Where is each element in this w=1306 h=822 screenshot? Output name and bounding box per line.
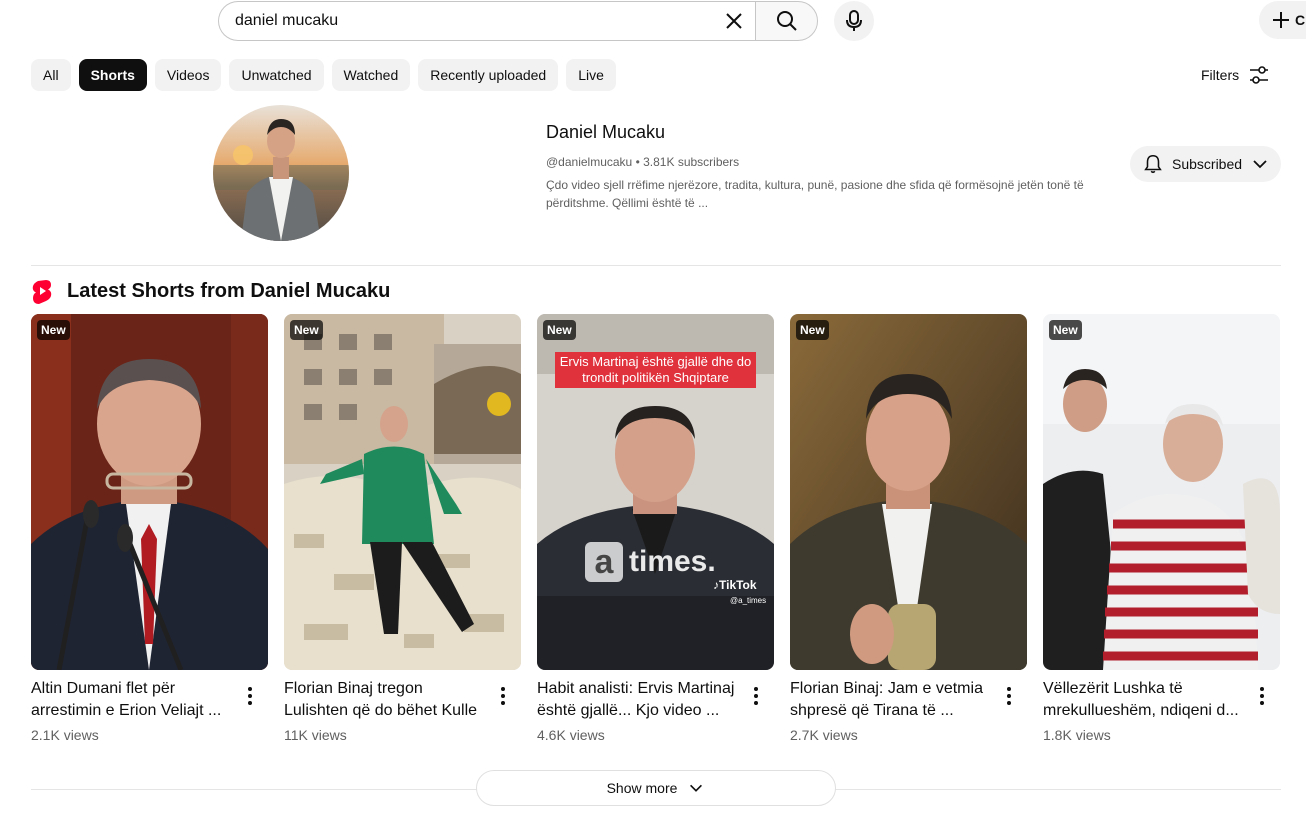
atimes-logo: a times.	[585, 542, 716, 582]
short-card[interactable]: New Vëllezërit Lushka të mrekullueshëm, …	[1043, 314, 1280, 743]
more-actions-icon[interactable]	[1002, 686, 1016, 706]
subscribed-label: Subscribed	[1172, 156, 1243, 172]
chip-shorts[interactable]: Shorts	[78, 59, 147, 91]
filters-button[interactable]: Filters	[1201, 63, 1271, 87]
atimes-logo-mark: a	[585, 542, 623, 582]
channel-description[interactable]: Çdo video sjell rrëfime njerëzore, tradi…	[546, 176, 1106, 212]
new-badge: New	[796, 320, 829, 340]
chip-all[interactable]: All	[31, 59, 71, 91]
chip-recently-uploaded[interactable]: Recently uploaded	[418, 59, 559, 91]
separator-dot: •	[635, 155, 644, 169]
search-button[interactable]	[755, 1, 818, 41]
show-more-label: Show more	[606, 780, 678, 796]
sliders-icon	[1250, 66, 1269, 84]
shelf-title: Latest Shorts from Daniel Mucaku	[67, 279, 391, 302]
tiktok-label: TikTok	[719, 578, 757, 592]
filter-chips: All Shorts Videos Unwatched Watched Rece…	[31, 59, 616, 91]
plus-icon	[1273, 12, 1289, 28]
short-card[interactable]: Ervis Martinaj është gjallë dhe do trond…	[537, 314, 774, 743]
subscriber-count: 3.81K subscribers	[643, 155, 740, 169]
short-title[interactable]: Vëllezërit Lushka të mrekullueshëm, ndiq…	[1043, 678, 1248, 722]
short-card[interactable]: New Florian Binaj: Jam e vetmia shpresë …	[790, 314, 1027, 743]
tiktok-watermark: ♪TikTok	[713, 578, 757, 592]
channel-name[interactable]: Daniel Mucaku	[546, 122, 665, 143]
search-box[interactable]: daniel mucaku	[218, 1, 755, 41]
chip-watched[interactable]: Watched	[331, 59, 411, 91]
short-views: 2.7K views	[790, 727, 858, 743]
shelf-header: Latest Shorts from Daniel Mucaku	[31, 278, 390, 304]
show-more-button[interactable]: Show more	[476, 770, 836, 806]
new-badge: New	[1049, 320, 1082, 340]
create-button[interactable]: C	[1259, 1, 1306, 39]
search-icon	[776, 11, 797, 31]
more-actions-icon[interactable]	[496, 686, 510, 706]
short-thumbnail[interactable]: New	[1043, 314, 1280, 670]
channel-handle[interactable]: @danielmucaku	[546, 155, 632, 169]
short-card[interactable]: New Florian Binaj tregon Lulishten që do…	[284, 314, 521, 743]
short-title[interactable]: Habit analisti: Ervis Martinaj është gja…	[537, 678, 742, 722]
clear-search-icon[interactable]	[719, 6, 749, 36]
section-divider	[31, 265, 1281, 266]
short-title[interactable]: Altin Dumani flet për arrestimin e Erion…	[31, 678, 236, 722]
more-actions-icon[interactable]	[1255, 686, 1269, 706]
short-views: 11K views	[284, 727, 347, 743]
tiktok-handle: @a_times	[730, 596, 767, 605]
short-thumbnail[interactable]: Ervis Martinaj është gjallë dhe do trond…	[537, 314, 774, 670]
atimes-logo-text: times.	[629, 545, 716, 578]
chip-unwatched[interactable]: Unwatched	[229, 59, 324, 91]
filters-label: Filters	[1201, 67, 1240, 83]
short-title[interactable]: Florian Binaj tregon Lulishten që do bëh…	[284, 678, 489, 722]
short-views: 4.6K views	[537, 727, 605, 743]
short-title[interactable]: Florian Binaj: Jam e vetmia shpresë që T…	[790, 678, 995, 722]
more-actions-icon[interactable]	[749, 686, 763, 706]
shorts-logo-icon	[32, 280, 52, 304]
bell-icon	[1144, 154, 1162, 174]
chip-live[interactable]: Live	[566, 59, 616, 91]
new-badge: New	[290, 320, 323, 340]
chevron-down-icon	[1253, 160, 1267, 169]
new-badge: New	[543, 320, 576, 340]
short-views: 2.1K views	[31, 727, 99, 743]
overlay-caption: Ervis Martinaj është gjallë dhe do trond…	[555, 352, 756, 388]
overlay-caption-text: Ervis Martinaj është gjallë dhe do trond…	[559, 354, 752, 385]
microphone-icon	[846, 10, 862, 31]
search-input[interactable]: daniel mucaku	[235, 12, 338, 30]
chip-videos[interactable]: Videos	[154, 59, 222, 91]
short-thumbnail[interactable]: New	[790, 314, 1027, 670]
subscribed-button[interactable]: Subscribed	[1130, 146, 1281, 182]
chevron-down-icon	[690, 784, 703, 792]
new-badge: New	[37, 320, 70, 340]
channel-avatar[interactable]	[213, 105, 349, 241]
create-label: C	[1295, 12, 1306, 28]
more-actions-icon[interactable]	[243, 686, 257, 706]
short-views: 1.8K views	[1043, 727, 1111, 743]
voice-search-button[interactable]	[834, 1, 874, 41]
short-card[interactable]: New Altin Dumani flet për arrestimin e E…	[31, 314, 268, 743]
short-thumbnail[interactable]: New	[31, 314, 268, 670]
channel-meta: @danielmucaku • 3.81K subscribers	[546, 155, 739, 169]
short-thumbnail[interactable]: New	[284, 314, 521, 670]
